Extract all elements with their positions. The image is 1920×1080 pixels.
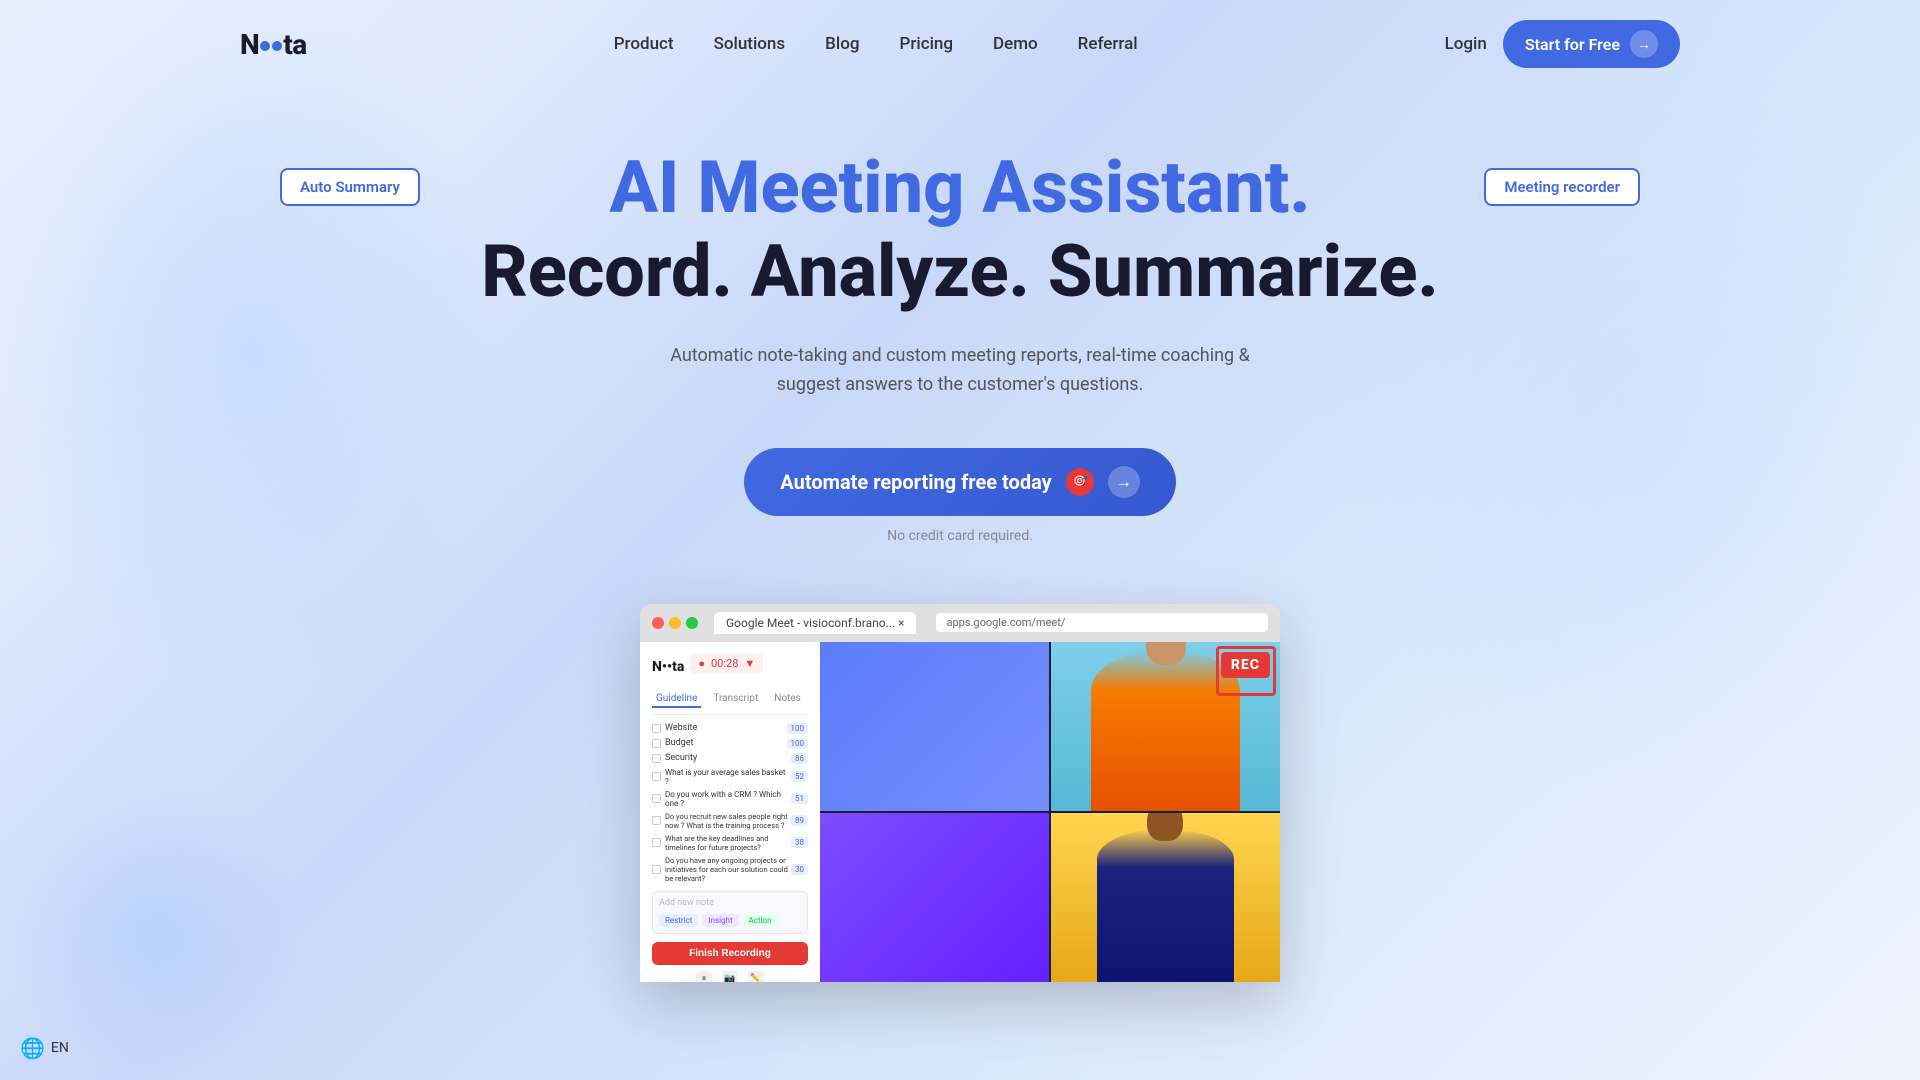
nav-right: Login Start for Free → [1445, 20, 1680, 68]
navbar: Nta Product Solutions Blog Pricing Demo … [0, 0, 1920, 88]
meeting-recorder-badge: Meeting recorder [1484, 168, 1640, 206]
app-sidebar: N••ta ● 00:28 ▼ Guideline Transcript Not… [640, 642, 820, 982]
cta-section: Automate reporting free today 🎯 → No cre… [20, 448, 1900, 544]
insight-tag[interactable]: Insight [702, 914, 738, 927]
target-icon: 🎯 [1066, 468, 1094, 496]
browser-bar: Google Meet - visioconf.brano... × apps.… [640, 604, 1280, 642]
recording-border [1216, 646, 1276, 696]
video-cell-2: REC [1051, 642, 1280, 811]
screenshot-area: Google Meet - visioconf.brano... × apps.… [0, 584, 1920, 982]
hero-title-dark: Record. Analyze. Summarize. [20, 231, 1900, 314]
hero-subtitle: Automatic note-taking and custom meeting… [660, 342, 1260, 400]
nav-item-pricing[interactable]: Pricing [900, 34, 954, 54]
checklist-item: What is your average sales basket ? 52 [652, 768, 808, 786]
checklist-item: Do you work with a CRM ? Which one ? 51 [652, 790, 808, 808]
auto-summary-badge: Auto Summary [280, 168, 420, 206]
browser-window: Google Meet - visioconf.brano... × apps.… [640, 604, 1280, 982]
logo[interactable]: Nta [240, 28, 307, 61]
automate-reporting-button[interactable]: Automate reporting free today 🎯 → [744, 448, 1175, 516]
login-link[interactable]: Login [1445, 34, 1487, 54]
checklist-item: What are the key deadlines and timelines… [652, 834, 808, 852]
language-selector[interactable]: 🌐 EN [20, 1036, 69, 1060]
nav-item-referral[interactable]: Referral [1078, 34, 1138, 54]
recording-timer: ● 00:28 ▼ [690, 654, 763, 673]
checklist: Website 100 Budget 100 Security 86 What … [652, 723, 808, 883]
app-logo: N••ta ● 00:28 ▼ [652, 654, 808, 681]
globe-icon: 🌐 [20, 1036, 45, 1060]
nav-item-solutions[interactable]: Solutions [714, 34, 786, 54]
checklist-item: Budget 100 [652, 738, 808, 749]
edit-icon[interactable]: ✏️ [748, 971, 764, 982]
tab-transcript[interactable]: Transcript [709, 691, 762, 708]
video-cell-4 [1051, 813, 1280, 982]
checklist-item: Security 86 [652, 753, 808, 764]
nav-item-demo[interactable]: Demo [993, 34, 1038, 54]
minimize-dot[interactable] [669, 617, 681, 629]
action-icons: ⏸ 📷 ✏️ [652, 971, 808, 982]
start-for-free-button[interactable]: Start for Free → [1503, 20, 1680, 68]
nav-item-blog[interactable]: Blog [825, 34, 859, 54]
video-cell-1 [820, 642, 1049, 811]
no-credit-text: No credit card required. [887, 528, 1033, 544]
checklist-item: Do you have any ongoing projects or init… [652, 856, 808, 883]
app-content: N••ta ● 00:28 ▼ Guideline Transcript Not… [640, 642, 1280, 982]
hero-section: Auto Summary Meeting recorder AI Meeting… [0, 88, 1920, 584]
browser-address-bar[interactable]: apps.google.com/meet/ [936, 613, 1268, 632]
cta-arrow-circle: → [1108, 466, 1140, 498]
browser-tab[interactable]: Google Meet - visioconf.brano... × [714, 612, 916, 634]
nav-item-product[interactable]: Product [614, 34, 674, 54]
language-code: EN [51, 1040, 69, 1056]
checklist-item: Website 100 [652, 723, 808, 734]
note-tags: Restrict Insight Action [659, 914, 801, 927]
app-tabs: Guideline Transcript Notes [652, 691, 808, 715]
close-dot[interactable] [652, 617, 664, 629]
restrict-tag[interactable]: Restrict [659, 914, 698, 927]
video-grid: REC [820, 642, 1280, 982]
note-input-area[interactable]: Add new note Restrict Insight Action [652, 891, 808, 934]
maximize-dot[interactable] [686, 617, 698, 629]
tab-notes[interactable]: Notes [770, 691, 805, 708]
checklist-item: Do you recruit new sales people right no… [652, 812, 808, 830]
tab-guideline[interactable]: Guideline [652, 691, 701, 708]
nav-links: Product Solutions Blog Pricing Demo Refe… [614, 34, 1138, 54]
action-tag[interactable]: Action [743, 914, 778, 927]
browser-traffic-lights [652, 617, 698, 629]
cta-arrow-icon: → [1630, 30, 1658, 58]
pause-icon[interactable]: ⏸ [696, 971, 712, 982]
finish-recording-button[interactable]: Finish Recording [652, 942, 808, 965]
camera-icon[interactable]: 📷 [722, 971, 738, 982]
video-cell-3 [820, 813, 1049, 982]
